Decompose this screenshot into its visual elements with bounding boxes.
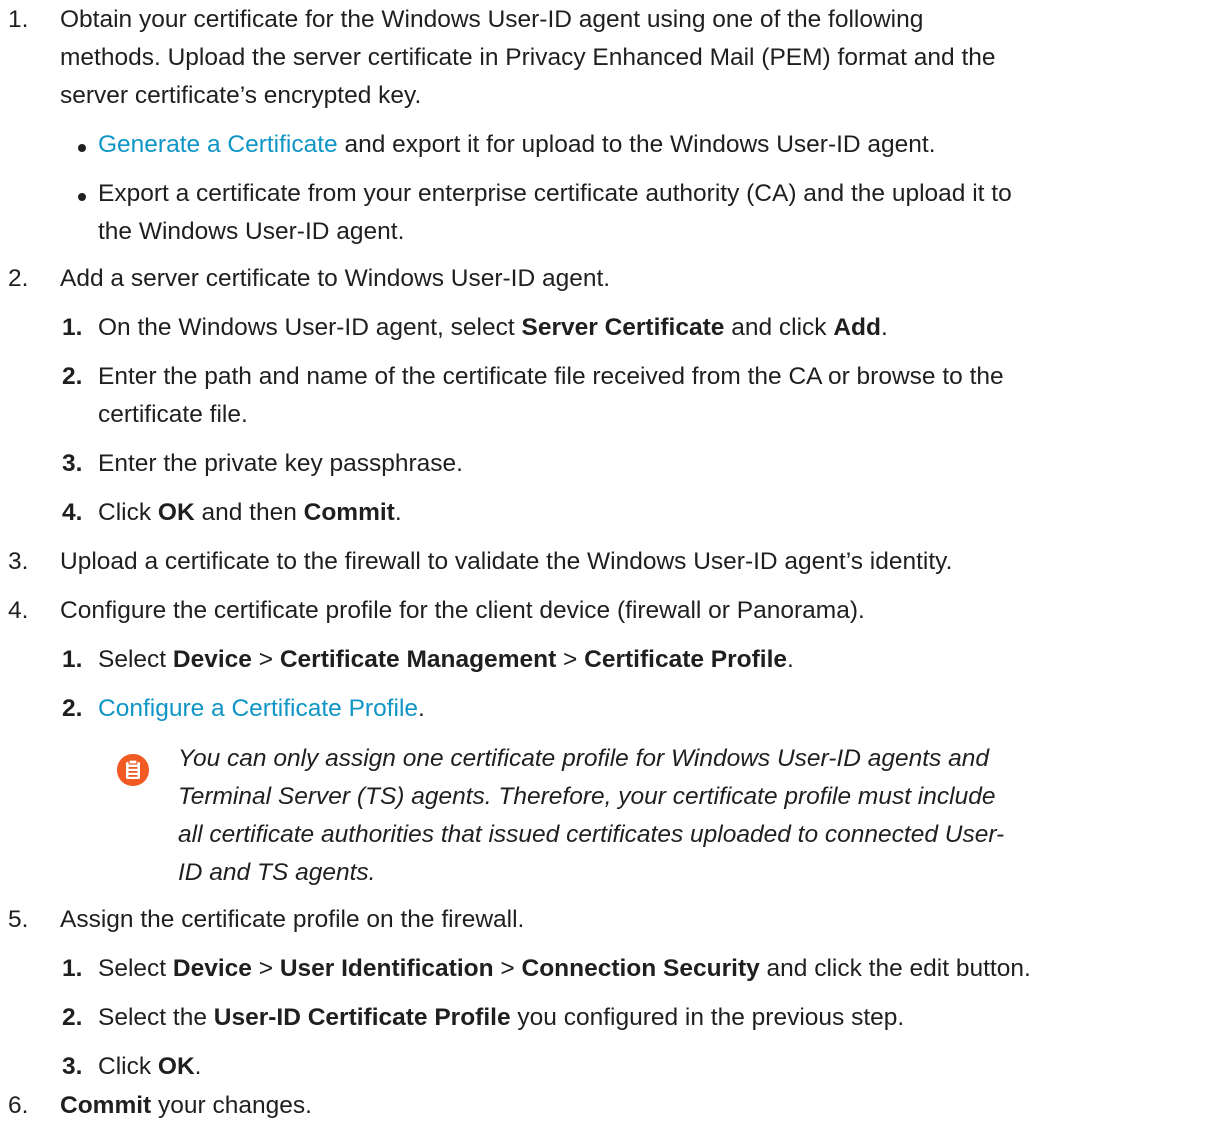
substep-2-3-text: Enter the private key passphrase. [98,450,463,477]
bullet-2-line-1: Export a certificate from your enterpris… [98,180,1012,207]
commit-label: Commit [60,1092,152,1119]
step-3-text: Upload a certificate to the firewall to … [60,548,953,575]
certificate-management-label: Certificate Management [279,646,557,673]
step-6-number: 6. [8,1092,29,1119]
step-1-number: 1. [8,6,29,33]
step-2-text: Add a server certificate to Windows User… [60,265,611,292]
step-6-text: Commit your changes. [60,1092,312,1119]
configure-certificate-profile-link[interactable]: Configure a Certificate Profile [98,695,418,722]
device-label: Device [172,646,252,673]
user-id-certificate-profile-label: User-ID Certificate Profile [213,1004,511,1031]
step-5-number: 5. [8,906,29,933]
substep-2-4-text: Click OK and then Commit. [98,499,402,526]
substep-5-3-text: Click OK. [98,1053,202,1080]
substep-2-1: 1. [62,314,83,341]
note-line-3: all certificate authorities that issued … [178,821,1005,848]
bullet-dot [78,193,86,201]
bullet-1-text: and export it for upload to the Windows … [337,131,936,158]
substep-2-2-line-2: certificate file. [98,401,248,428]
step-4-text: Configure the certificate profile for th… [60,597,865,624]
substep-4-2-text: Configure a Certificate Profile. [98,695,425,722]
ok-label: OK [157,1053,195,1080]
substep-2-3: 3. [62,450,83,477]
add-label: Add [833,314,881,341]
step-1-line-3: server certificate’s encrypted key. [60,82,422,109]
step-1-line-2: methods. Upload the server certificate i… [60,44,996,71]
substep-2-1-text: On the Windows User-ID agent, select Ser… [98,314,888,341]
step-4-number: 4. [8,597,29,624]
note-line-4: ID and TS agents. [178,859,376,886]
step-2-number: 2. [8,265,29,292]
substep-2-4: 4. [62,499,83,526]
note-icon [117,754,149,786]
substep-4-1-text: Select Device > Certificate Management >… [98,646,794,673]
substep-4-2: 2. [62,695,83,722]
substep-5-1-text: Select Device > User Identification > Co… [98,955,1031,982]
certificate-profile-label: Certificate Profile [584,646,788,673]
substep-2-2: 2. [62,363,83,390]
connection-security-label: Connection Security [521,955,760,982]
device-label: Device [172,955,252,982]
bullet-2-line-2: the Windows User-ID agent. [98,218,405,245]
step-1-line-1: Obtain your certificate for the Windows … [60,6,924,33]
document-page: 1. Obtain your certificate for the Windo… [0,0,1212,1119]
bullet-1: Generate a Certificate and export it for… [98,129,936,161]
substep-4-1: 1. [62,646,83,673]
note-line-2: Terminal Server (TS) agents. Therefore, … [178,783,996,810]
substep-5-3: 3. [62,1053,83,1080]
substep-5-2-text: Select the User-ID Certificate Profile y… [98,1004,905,1031]
generate-certificate-link[interactable]: Generate a Certificate [98,131,338,158]
commit-label: Commit [303,499,395,526]
note-line-1: You can only assign one certificate prof… [178,745,989,772]
ok-label: OK [157,499,195,526]
step-5-text: Assign the certificate profile on the fi… [60,906,525,933]
step-3-number: 3. [8,548,29,575]
user-identification-label: User Identification [279,955,494,982]
bullet-dot [78,144,86,152]
substep-5-1: 1. [62,955,83,982]
substep-5-2: 2. [62,1004,83,1031]
substep-2-2-line-1: Enter the path and name of the certifica… [98,363,1004,390]
server-certificate-label: Server Certificate [521,314,725,341]
